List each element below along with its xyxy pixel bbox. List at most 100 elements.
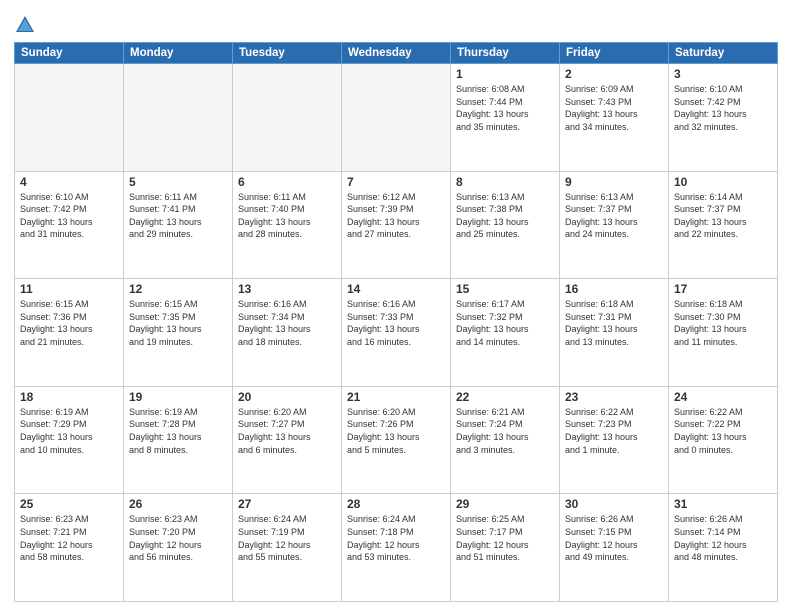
day-number: 11 [20,282,118,296]
day-info: Sunrise: 6:15 AM Sunset: 7:36 PM Dayligh… [20,298,118,348]
day-cell: 20 Sunrise: 6:20 AM Sunset: 7:27 PM Dayli… [233,386,342,494]
day-number: 6 [238,175,336,189]
day-cell: 9 Sunrise: 6:13 AM Sunset: 7:37 PM Daylig… [560,171,669,279]
day-info: Sunrise: 6:19 AM Sunset: 7:29 PM Dayligh… [20,406,118,456]
header-row: SundayMondayTuesdayWednesdayThursdayFrid… [15,43,778,64]
day-cell: 1 Sunrise: 6:08 AM Sunset: 7:44 PM Daylig… [451,64,560,172]
column-header-sunday: Sunday [15,43,124,64]
day-info: Sunrise: 6:12 AM Sunset: 7:39 PM Dayligh… [347,191,445,241]
day-number: 31 [674,497,772,511]
day-info: Sunrise: 6:23 AM Sunset: 7:21 PM Dayligh… [20,513,118,563]
day-cell: 8 Sunrise: 6:13 AM Sunset: 7:38 PM Daylig… [451,171,560,279]
day-cell: 16 Sunrise: 6:18 AM Sunset: 7:31 PM Dayli… [560,279,669,387]
day-cell: 17 Sunrise: 6:18 AM Sunset: 7:30 PM Dayli… [669,279,778,387]
column-header-wednesday: Wednesday [342,43,451,64]
day-cell: 26Sunrise: 6:23 AM Sunset: 7:20 PM Dayli… [124,494,233,602]
header [14,10,778,36]
day-info: Sunrise: 6:19 AM Sunset: 7:28 PM Dayligh… [129,406,227,456]
day-number: 9 [565,175,663,189]
logo [14,14,40,36]
column-header-thursday: Thursday [451,43,560,64]
day-cell: 18 Sunrise: 6:19 AM Sunset: 7:29 PM Dayli… [15,386,124,494]
day-info: Sunrise: 6:18 AM Sunset: 7:31 PM Dayligh… [565,298,663,348]
day-number: 3 [674,67,772,81]
day-number: 30 [565,497,663,511]
day-info: Sunrise: 6:08 AM Sunset: 7:44 PM Dayligh… [456,83,554,133]
day-info: Sunrise: 6:20 AM Sunset: 7:26 PM Dayligh… [347,406,445,456]
day-cell: 25 Sunrise: 6:23 AM Sunset: 7:21 PM Dayli… [15,494,124,602]
day-cell: 6Sunrise: 6:11 AM Sunset: 7:40 PM Daylig… [233,171,342,279]
day-cell: 14Sunrise: 6:16 AM Sunset: 7:33 PM Dayli… [342,279,451,387]
day-cell: 24 Sunrise: 6:22 AM Sunset: 7:22 PM Dayli… [669,386,778,494]
day-number: 24 [674,390,772,404]
day-number: 25 [20,497,118,511]
day-cell: 13Sunrise: 6:16 AM Sunset: 7:34 PM Dayli… [233,279,342,387]
day-number: 22 [456,390,554,404]
day-number: 20 [238,390,336,404]
day-number: 13 [238,282,336,296]
day-info: Sunrise: 6:22 AM Sunset: 7:22 PM Dayligh… [674,406,772,456]
column-header-monday: Monday [124,43,233,64]
page: SundayMondayTuesdayWednesdayThursdayFrid… [0,0,792,612]
day-number: 12 [129,282,227,296]
day-info: Sunrise: 6:15 AM Sunset: 7:35 PM Dayligh… [129,298,227,348]
day-info: Sunrise: 6:14 AM Sunset: 7:37 PM Dayligh… [674,191,772,241]
day-info: Sunrise: 6:20 AM Sunset: 7:27 PM Dayligh… [238,406,336,456]
column-header-saturday: Saturday [669,43,778,64]
day-number: 19 [129,390,227,404]
day-number: 15 [456,282,554,296]
day-info: Sunrise: 6:11 AM Sunset: 7:41 PM Dayligh… [129,191,227,241]
day-cell: 5 Sunrise: 6:11 AM Sunset: 7:41 PM Daylig… [124,171,233,279]
column-header-tuesday: Tuesday [233,43,342,64]
day-cell: 4 Sunrise: 6:10 AM Sunset: 7:42 PM Daylig… [15,171,124,279]
day-info: Sunrise: 6:26 AM Sunset: 7:14 PM Dayligh… [674,513,772,563]
day-info: Sunrise: 6:22 AM Sunset: 7:23 PM Dayligh… [565,406,663,456]
day-cell [124,64,233,172]
day-number: 28 [347,497,445,511]
day-cell: 15 Sunrise: 6:17 AM Sunset: 7:32 PM Dayli… [451,279,560,387]
day-number: 18 [20,390,118,404]
day-cell: 30 Sunrise: 6:26 AM Sunset: 7:15 PM Dayli… [560,494,669,602]
day-info: Sunrise: 6:23 AM Sunset: 7:20 PM Dayligh… [129,513,227,563]
day-number: 16 [565,282,663,296]
day-info: Sunrise: 6:26 AM Sunset: 7:15 PM Dayligh… [565,513,663,563]
day-number: 23 [565,390,663,404]
day-cell: 12 Sunrise: 6:15 AM Sunset: 7:35 PM Dayli… [124,279,233,387]
column-header-friday: Friday [560,43,669,64]
day-cell: 27Sunrise: 6:24 AM Sunset: 7:19 PM Dayli… [233,494,342,602]
day-cell [233,64,342,172]
day-number: 8 [456,175,554,189]
day-cell: 29 Sunrise: 6:25 AM Sunset: 7:17 PM Dayli… [451,494,560,602]
day-info: Sunrise: 6:09 AM Sunset: 7:43 PM Dayligh… [565,83,663,133]
day-number: 27 [238,497,336,511]
day-info: Sunrise: 6:25 AM Sunset: 7:17 PM Dayligh… [456,513,554,563]
day-cell: 23 Sunrise: 6:22 AM Sunset: 7:23 PM Dayli… [560,386,669,494]
day-info: Sunrise: 6:10 AM Sunset: 7:42 PM Dayligh… [674,83,772,133]
day-info: Sunrise: 6:13 AM Sunset: 7:38 PM Dayligh… [456,191,554,241]
week-row-2: 4 Sunrise: 6:10 AM Sunset: 7:42 PM Daylig… [15,171,778,279]
day-number: 21 [347,390,445,404]
day-cell: 22 Sunrise: 6:21 AM Sunset: 7:24 PM Dayli… [451,386,560,494]
week-row-4: 18 Sunrise: 6:19 AM Sunset: 7:29 PM Dayli… [15,386,778,494]
day-number: 2 [565,67,663,81]
day-cell: 10Sunrise: 6:14 AM Sunset: 7:37 PM Dayli… [669,171,778,279]
day-cell: 7 Sunrise: 6:12 AM Sunset: 7:39 PM Daylig… [342,171,451,279]
day-info: Sunrise: 6:13 AM Sunset: 7:37 PM Dayligh… [565,191,663,241]
week-row-3: 11 Sunrise: 6:15 AM Sunset: 7:36 PM Dayli… [15,279,778,387]
day-number: 17 [674,282,772,296]
day-cell: 19 Sunrise: 6:19 AM Sunset: 7:28 PM Dayli… [124,386,233,494]
day-number: 4 [20,175,118,189]
day-info: Sunrise: 6:21 AM Sunset: 7:24 PM Dayligh… [456,406,554,456]
calendar-table: SundayMondayTuesdayWednesdayThursdayFrid… [14,42,778,602]
day-number: 1 [456,67,554,81]
day-number: 5 [129,175,227,189]
day-number: 29 [456,497,554,511]
day-cell [342,64,451,172]
day-number: 7 [347,175,445,189]
day-info: Sunrise: 6:24 AM Sunset: 7:18 PM Dayligh… [347,513,445,563]
day-info: Sunrise: 6:18 AM Sunset: 7:30 PM Dayligh… [674,298,772,348]
week-row-1: 1 Sunrise: 6:08 AM Sunset: 7:44 PM Daylig… [15,64,778,172]
day-cell: 11 Sunrise: 6:15 AM Sunset: 7:36 PM Dayli… [15,279,124,387]
day-info: Sunrise: 6:17 AM Sunset: 7:32 PM Dayligh… [456,298,554,348]
day-info: Sunrise: 6:10 AM Sunset: 7:42 PM Dayligh… [20,191,118,241]
